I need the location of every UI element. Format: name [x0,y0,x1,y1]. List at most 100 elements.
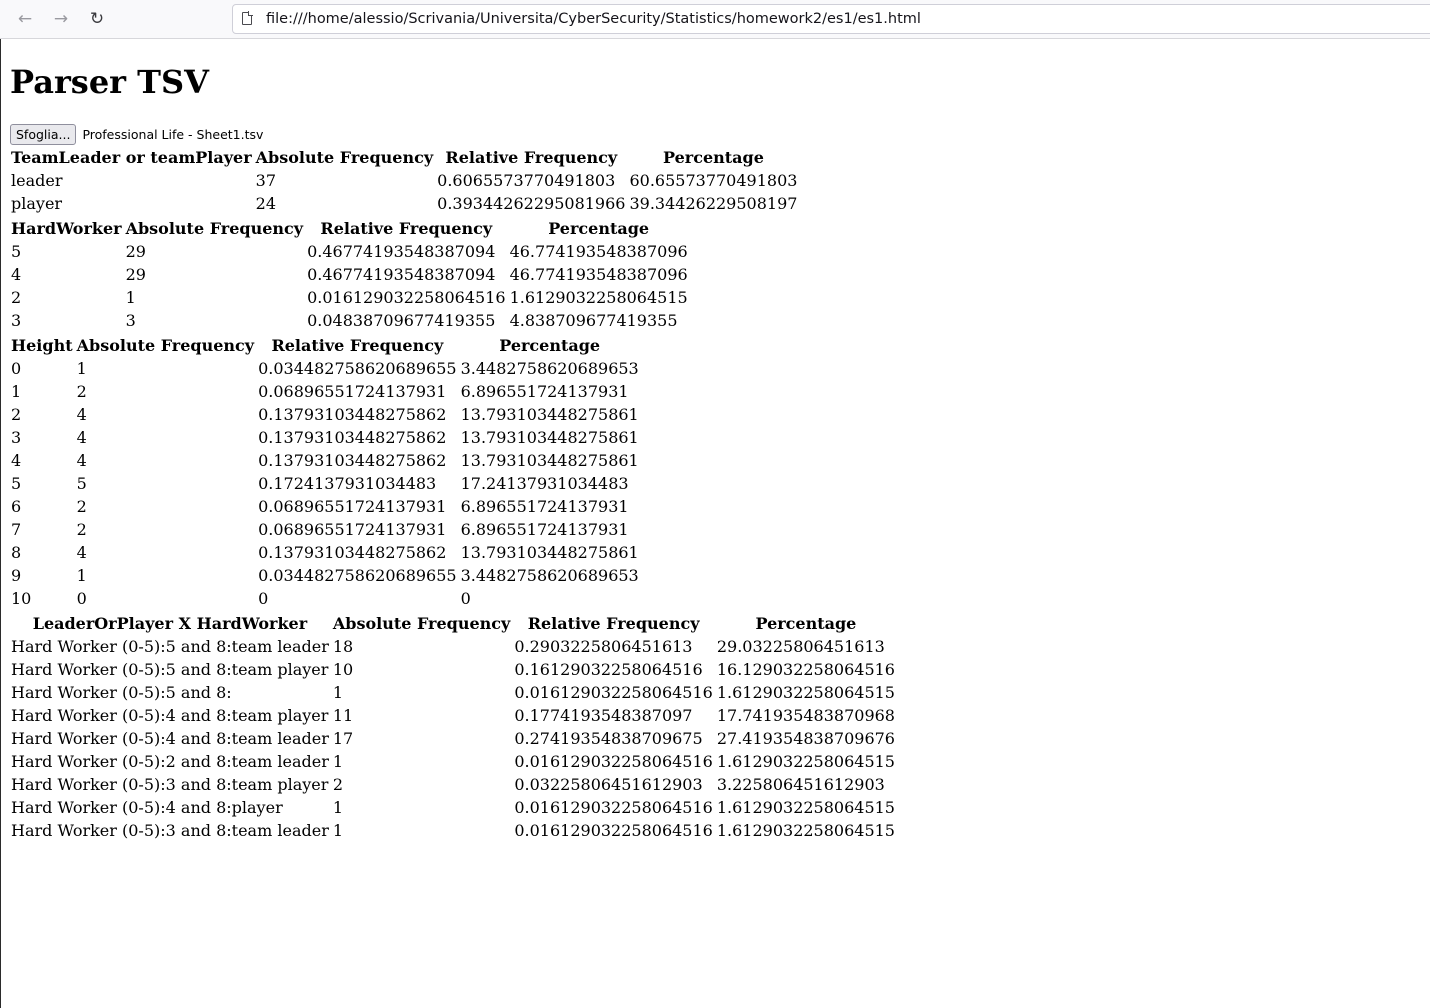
table-row: 6 2 0.06896551724137931 6.896551724137931 [10,496,640,517]
table-cell: 16.129032258064516 [716,660,895,679]
table-cell: 13.793103448275861 [460,451,639,470]
page-title: Parser TSV [10,63,209,101]
table-cell: 0.16129032258064516 [514,660,703,679]
table-cell: 9 [11,566,22,585]
table-row: 7 2 0.06896551724137931 6.896551724137931 [10,519,640,540]
table-cell: 6.896551724137931 [460,497,629,516]
height-table: Height Absolute Frequency Relative Frequen… [8,333,642,611]
table-cell: 0.13793103448275862 [258,428,447,447]
table-cell: 0.46774193548387094 [307,265,496,284]
table-row: 3 4 0.13793103448275862 13.793103448275861 [10,427,640,448]
table-row: 9 1 0.034482758620689655 3.4482758620689653 [10,565,640,586]
table-cell: 0.016129032258064516 [307,288,506,307]
column-header: HardWorker [11,219,122,238]
table-cell: 1 [332,752,344,771]
table-cell: 0.04838709677419355 [307,311,496,330]
table-cell: 0.016129032258064516 [514,821,713,840]
table-cell: 3 [11,428,22,447]
browser-toolbar: ← → ↻ file:///home/alessio/Scrivania/Uni… [0,0,1430,39]
table-cell: 0.1774193548387097 [514,706,693,725]
table-cell: 1.6129032258064515 [716,752,895,771]
table-cell: 6 [11,497,22,516]
column-header: Absolute Frequency [332,614,511,633]
page-icon [242,11,253,25]
table-cell: 2 [11,288,22,307]
table-cell: 11 [332,706,354,725]
table-cell: 3.225806451612903 [716,775,885,794]
table-row: Hard Worker (0-5):4 and 8:player 1 0.01612… [10,797,896,818]
table-cell: 2 [76,497,87,516]
table-cell: 2 [76,382,87,401]
table-cell: 27.419354838709676 [716,729,895,748]
table-cell: Hard Worker (0-5):3 and 8:team player [11,775,329,794]
table-cell: 0.13793103448275862 [258,451,447,470]
table-cell: 60.65573770491803 [629,171,798,190]
url-text[interactable]: file:///home/alessio/Scrivania/Universit… [266,11,921,27]
table-cell: 13.793103448275861 [460,405,639,424]
browse-button[interactable]: Sfoglia... [10,123,77,145]
table-cell: 0.03225806451612903 [514,775,703,794]
table-cell: 1.6129032258064515 [716,821,895,840]
column-header: Relative Frequency [320,219,493,238]
table-cell: 3.4482758620689653 [460,566,639,585]
reload-icon[interactable]: ↻ [84,7,110,31]
column-header: Relative Frequency [445,148,618,167]
table-cell: 39.34426229508197 [629,194,798,213]
table-row: Hard Worker (0-5):4 and 8:team leader 17 0… [10,728,896,749]
table-cell: 17 [332,729,354,748]
table-cell: Hard Worker (0-5):5 and 8:team leader [11,637,329,656]
table-cell: 0 [460,589,471,608]
table-cell: 0.034482758620689655 [258,566,457,585]
table-row: leader 37 0.6065573770491803 60.65573770491… [10,170,798,191]
table-cell: 0.13793103448275862 [258,543,447,562]
table-cell: 0.13793103448275862 [258,405,447,424]
table-cell: 1.6129032258064515 [716,798,895,817]
table-cell: 10 [332,660,354,679]
table-row: Hard Worker (0-5):5 and 8: 1 0.01612903225… [10,682,896,703]
table-cell: 4 [76,428,87,447]
table-cell: 3.4482758620689653 [460,359,639,378]
table-cell: 4 [11,265,22,284]
table-cell: 0 [76,589,87,608]
table-cell: leader [11,171,63,190]
table-cell: Hard Worker (0-5):4 and 8:team leader [11,729,329,748]
table-row: 2 1 0.016129032258064516 1.6129032258064515 [10,287,689,308]
table-cell: 0.034482758620689655 [258,359,457,378]
arrow-left-icon[interactable]: ← [12,7,38,31]
table-cell: 0.06896551724137931 [258,520,447,539]
table-cell: 5 [76,474,87,493]
table-cell: 2 [11,405,22,424]
table-cell: Hard Worker (0-5):4 and 8:team player [11,706,329,725]
table-cell: 1.6129032258064515 [716,683,895,702]
table-row: 3 3 0.04838709677419355 4.838709677419355 [10,310,689,331]
table-row: Hard Worker (0-5):3 and 8:team player 2 0.… [10,774,896,795]
hardworker-table: HardWorker Absolute Frequency Relative Fre… [8,216,691,333]
arrow-right-icon[interactable]: → [48,7,74,31]
table-cell: Hard Worker (0-5):4 and 8:player [11,798,283,817]
column-header: Absolute Frequency [76,336,255,355]
table-cell: 4 [76,543,87,562]
table-row: 4 4 0.13793103448275862 13.793103448275861 [10,450,640,471]
table-row: 5 29 0.46774193548387094 46.774193548387096 [10,241,689,262]
column-header: Absolute Frequency [255,148,434,167]
file-input[interactable]: Sfoglia... Professional Life - Sheet1.ts… [10,123,898,145]
table-header-row: Height Absolute Frequency Relative Frequen… [10,335,640,356]
table-cell: 0.016129032258064516 [514,752,713,771]
url-bar[interactable]: file:///home/alessio/Scrivania/Universit… [232,4,1430,34]
table-cell: 0.06896551724137931 [258,382,447,401]
table-cell: 29 [125,265,146,284]
table-cell: 0.06896551724137931 [258,497,447,516]
table-row: 4 29 0.46774193548387094 46.774193548387096 [10,264,689,285]
table-cell: player [11,194,63,213]
table-header-row: LeaderOrPlayer X HardWorker Absolute Freq… [10,613,896,634]
table-row: Hard Worker (0-5):2 and 8:team leader 1 0.… [10,751,896,772]
column-header: Absolute Frequency [125,219,304,238]
column-header: Percentage [755,614,857,633]
table-cell: 0.016129032258064516 [514,798,713,817]
table-cell: 3 [11,311,22,330]
table-cell: 0.016129032258064516 [514,683,713,702]
table-cell: 0.46774193548387094 [307,242,496,261]
table-cell: 17.24137931034483 [460,474,629,493]
table-cell: Hard Worker (0-5):5 and 8: [11,683,232,702]
table-cell: Hard Worker (0-5):5 and 8:team player [11,660,329,679]
